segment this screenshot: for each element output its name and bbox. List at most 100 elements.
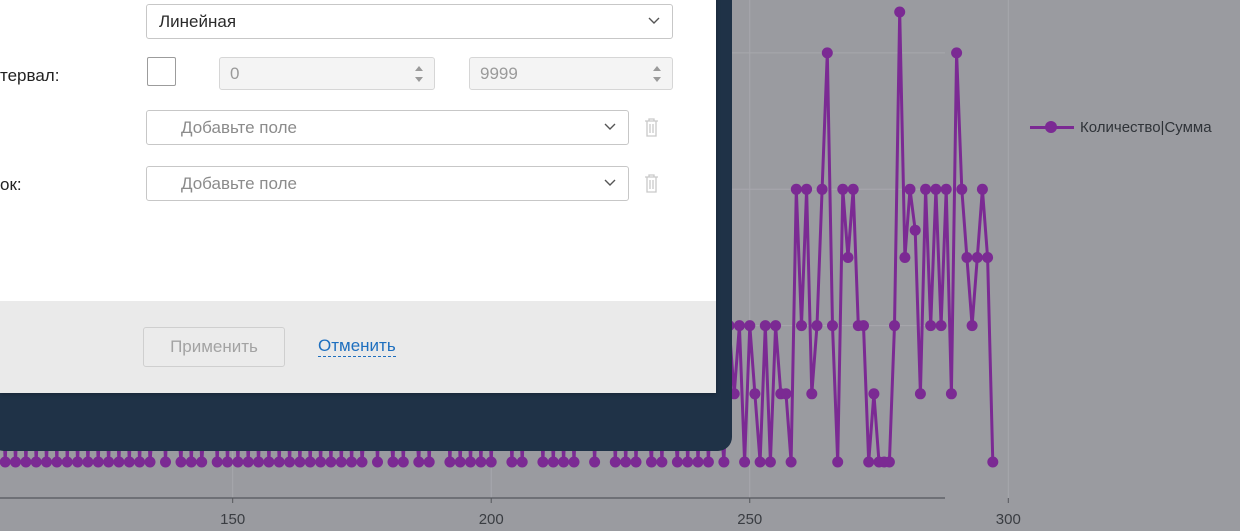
- data-point: [827, 320, 838, 332]
- data-point: [858, 320, 869, 332]
- data-point: [92, 456, 104, 468]
- interval-min-input[interactable]: 0: [219, 57, 435, 90]
- data-point: [134, 456, 146, 468]
- data-point: [811, 320, 823, 332]
- data-point: [609, 456, 621, 468]
- data-point: [930, 183, 942, 195]
- data-point: [935, 320, 947, 332]
- add-field-placeholder-1: Добавьте поле: [181, 117, 297, 137]
- add-field-select-2[interactable]: Добавьте поле: [146, 166, 629, 201]
- data-point: [335, 456, 347, 468]
- add-field-placeholder-2: Добавьте поле: [181, 173, 297, 193]
- data-point: [175, 456, 187, 468]
- data-point: [837, 183, 849, 195]
- data-point: [801, 183, 813, 195]
- data-point: [904, 183, 916, 195]
- data-point: [253, 456, 264, 468]
- data-point: [263, 456, 275, 468]
- trash-icon[interactable]: [644, 117, 659, 137]
- data-point: [454, 456, 466, 468]
- data-point: [744, 320, 756, 332]
- data-point: [61, 456, 73, 468]
- interval-min-value: 0: [230, 63, 240, 83]
- spinner-arrows-icon[interactable]: [413, 63, 425, 85]
- data-point: [0, 456, 11, 468]
- data-point: [868, 388, 880, 400]
- data-point: [123, 456, 135, 468]
- data-point: [325, 456, 337, 468]
- legend-series-label: Количество|Сумма: [1080, 118, 1212, 136]
- data-point: [547, 456, 559, 468]
- data-point: [842, 252, 854, 263]
- data-point: [733, 320, 745, 332]
- apply-button[interactable]: Применить: [143, 327, 285, 367]
- data-point: [961, 252, 973, 263]
- data-point: [294, 456, 306, 468]
- data-point: [806, 388, 818, 400]
- data-point: [883, 456, 895, 468]
- dialog-footer: Применить Отменить: [0, 301, 716, 393]
- data-point: [41, 456, 52, 468]
- data-point: [30, 456, 42, 468]
- data-point: [185, 456, 197, 468]
- data-point: [630, 456, 642, 468]
- data-point: [82, 456, 94, 468]
- x-tick-label: 150: [220, 511, 245, 528]
- data-point: [899, 252, 911, 263]
- data-point: [160, 456, 171, 468]
- data-point: [889, 320, 900, 332]
- data-point: [413, 456, 425, 468]
- add-field-select-1[interactable]: Добавьте поле: [146, 110, 629, 145]
- data-point: [222, 456, 233, 468]
- data-point: [780, 388, 792, 400]
- data-point: [558, 456, 570, 468]
- interval-max-input[interactable]: 9999: [469, 57, 673, 90]
- data-point: [754, 456, 766, 468]
- data-point: [796, 320, 807, 332]
- x-tick-label: 200: [479, 511, 504, 528]
- interval-label: тервал:: [0, 66, 60, 85]
- spinner-arrows-icon[interactable]: [651, 63, 663, 85]
- data-point: [759, 320, 771, 332]
- chevron-down-icon: [648, 17, 660, 24]
- data-point: [475, 456, 487, 468]
- data-point: [987, 456, 999, 468]
- data-point: [764, 456, 776, 468]
- data-point: [863, 456, 875, 468]
- chevron-down-icon: [604, 179, 616, 186]
- data-point: [356, 456, 368, 468]
- trash-icon[interactable]: [644, 173, 659, 193]
- chart-settings-dialog: Линейная тервал: 0 9999 Добавьте поле ок…: [0, 0, 716, 393]
- scale-select[interactable]: Линейная: [146, 4, 673, 39]
- data-point: [909, 224, 921, 236]
- interval-checkbox[interactable]: [147, 57, 176, 86]
- cancel-link[interactable]: Отменить: [318, 336, 396, 357]
- data-point: [589, 456, 601, 468]
- chart-legend[interactable]: Количество|Сумма: [1030, 118, 1212, 136]
- data-point: [10, 456, 21, 468]
- data-point: [920, 183, 932, 195]
- data-point: [951, 47, 963, 59]
- data-point: [232, 456, 244, 468]
- data-point: [304, 456, 316, 468]
- data-point: [242, 456, 254, 468]
- data-point: [103, 456, 115, 468]
- x-tick-label: 300: [996, 511, 1021, 528]
- data-point: [971, 252, 983, 263]
- data-point: [894, 6, 906, 18]
- data-point: [739, 456, 751, 468]
- data-point: [847, 183, 859, 195]
- data-point: [51, 456, 63, 468]
- data-point: [925, 320, 937, 332]
- data-point: [144, 456, 156, 468]
- data-point: [702, 456, 714, 468]
- data-point: [945, 388, 957, 400]
- data-point: [646, 456, 657, 468]
- data-point: [940, 183, 952, 195]
- dialog-frame: Линейная тервал: 0 9999 Добавьте поле ок…: [0, 0, 732, 451]
- data-point: [72, 456, 84, 468]
- data-point: [770, 320, 782, 332]
- data-point: [273, 456, 285, 468]
- data-point: [113, 456, 125, 468]
- data-point: [749, 388, 761, 400]
